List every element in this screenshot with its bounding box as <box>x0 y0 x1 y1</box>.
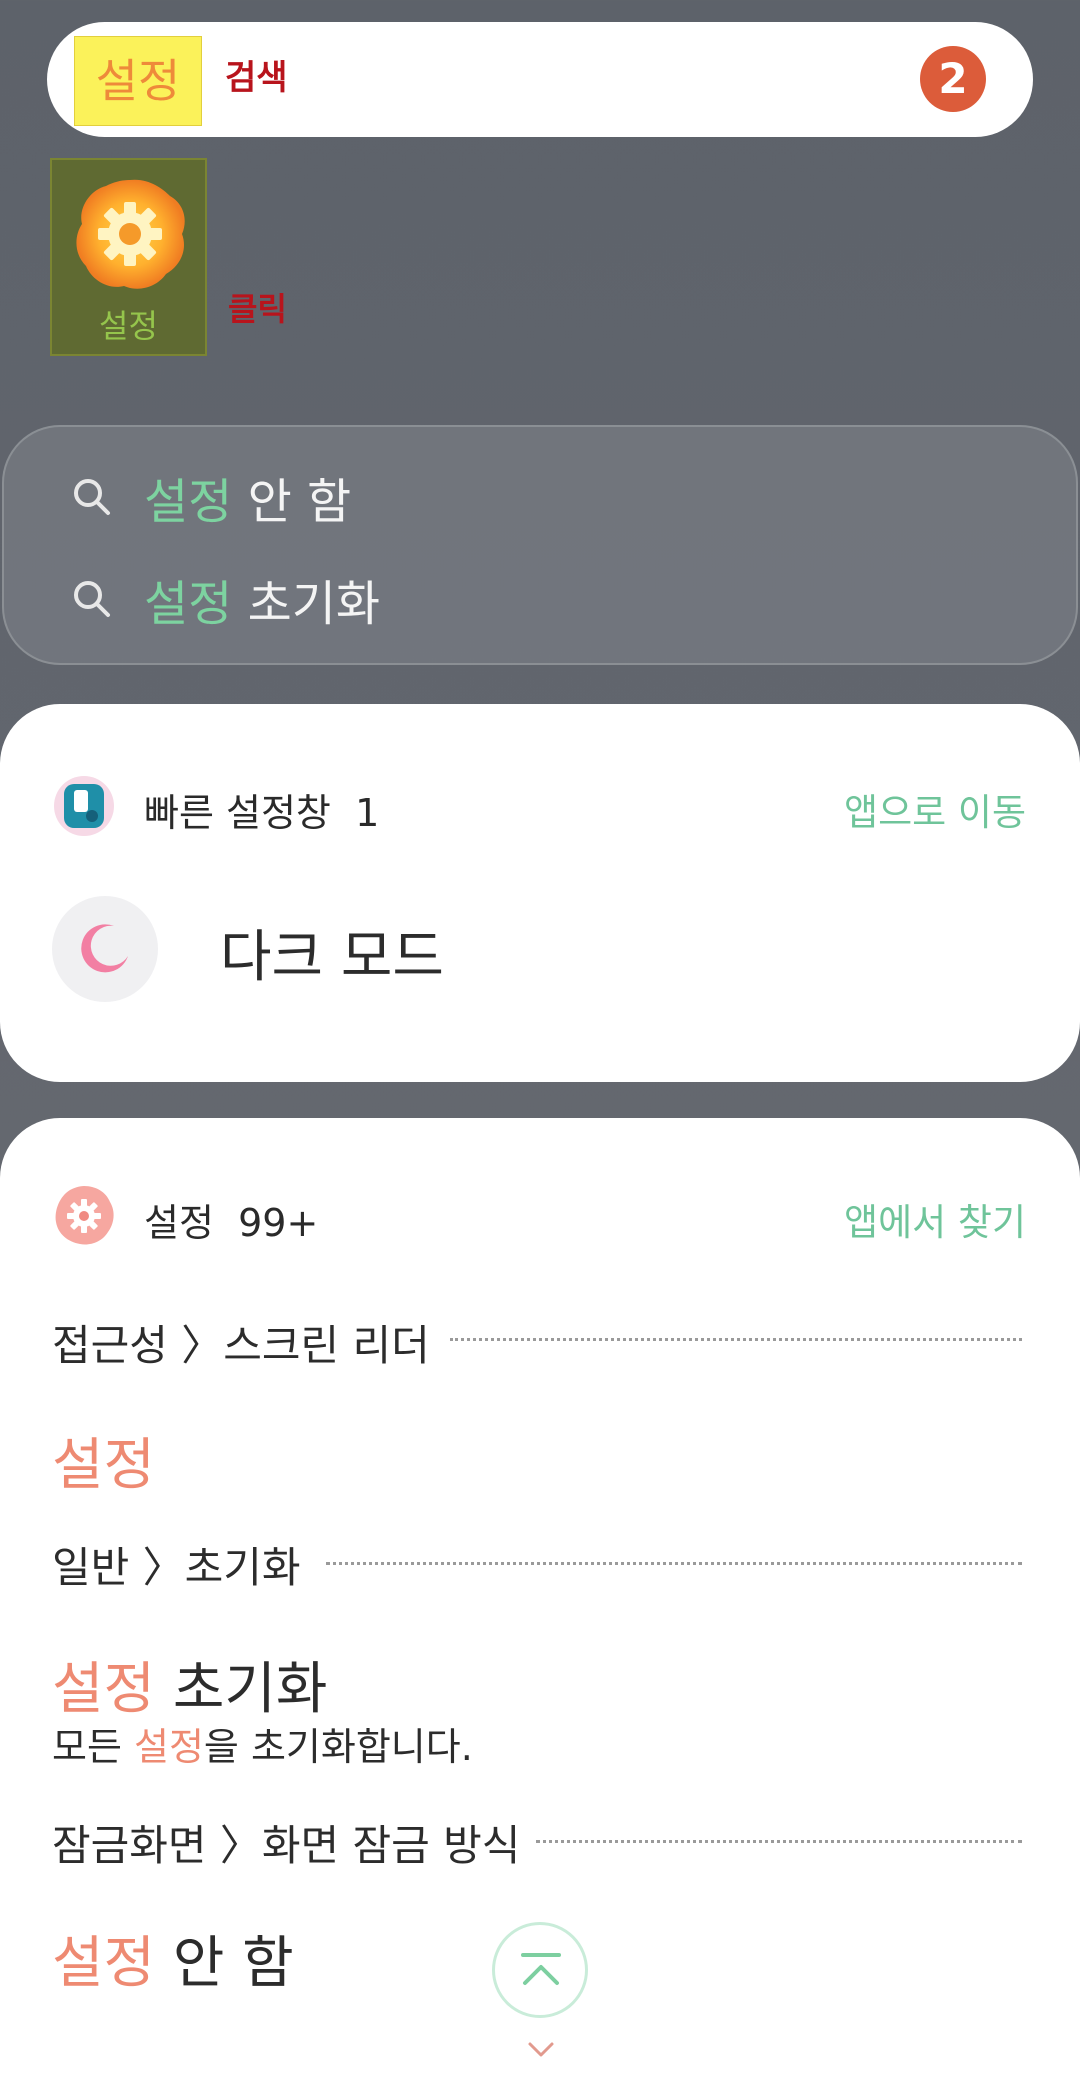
result-title[interactable]: 설정 <box>52 1420 155 1501</box>
result-path: 접근성 〉스크린 리더 <box>52 1320 430 1370</box>
chevron-down-icon <box>528 2042 554 2057</box>
click-annotation: 클릭 <box>228 290 287 328</box>
result-description: 모든 설정을 초기화합니다. <box>52 1725 473 1769</box>
step-badge: 2 <box>920 46 986 112</box>
suggestion-item[interactable]: 설정 초기화 <box>70 569 381 632</box>
settings-card-title: 설정 99+ <box>144 1201 319 1245</box>
scroll-to-top-button[interactable] <box>492 1922 588 2018</box>
suggestion-highlight: 설정 <box>144 576 233 632</box>
result-path: 잠금화면 〉화면 잠금 방식 <box>52 1820 521 1870</box>
result-title[interactable]: 설정 안 함 <box>52 1918 294 1999</box>
search-icon <box>74 479 110 515</box>
settings-gear-icon <box>55 1186 114 1245</box>
quick-panel-icon <box>54 776 114 836</box>
go-to-app-link[interactable]: 앱으로 이동 <box>844 782 1026 836</box>
app-result-settings[interactable]: 설정 <box>50 158 207 356</box>
settings-gear-icon <box>76 179 185 289</box>
path-divider <box>536 1840 1022 1843</box>
suggestion-highlight: 설정 <box>144 474 233 530</box>
moon-icon <box>81 924 128 973</box>
search-bar[interactable]: 설정 검색 2 <box>47 22 1033 137</box>
path-divider <box>326 1562 1022 1565</box>
search-suggestions: 설정 안 함 설정 초기화 <box>2 425 1078 665</box>
path-divider <box>450 1338 1022 1341</box>
dark-mode-label[interactable]: 다크 모드 <box>220 912 444 993</box>
quick-panel-card: 빠른 설정창 1 앱으로 이동 다크 모드 <box>0 704 1080 1082</box>
quick-panel-title: 빠른 설정창 1 <box>144 791 380 835</box>
suggestion-text: 초기화 <box>232 576 381 632</box>
search-icon <box>74 581 110 617</box>
dark-mode-toggle[interactable] <box>52 896 158 1002</box>
suggestion-text: 안 함 <box>232 474 352 530</box>
search-annotation: 검색 <box>225 58 288 98</box>
result-title[interactable]: 설정 초기화 <box>52 1644 327 1725</box>
find-in-app-link[interactable]: 앱에서 찾기 <box>844 1192 1026 1246</box>
arrow-up-to-top-icon <box>521 1953 561 1985</box>
result-path: 일반 〉초기화 <box>52 1542 301 1592</box>
search-query-text[interactable]: 설정 <box>74 36 202 126</box>
app-label: 설정 <box>99 307 158 345</box>
suggestion-item[interactable]: 설정 안 함 <box>70 467 352 530</box>
